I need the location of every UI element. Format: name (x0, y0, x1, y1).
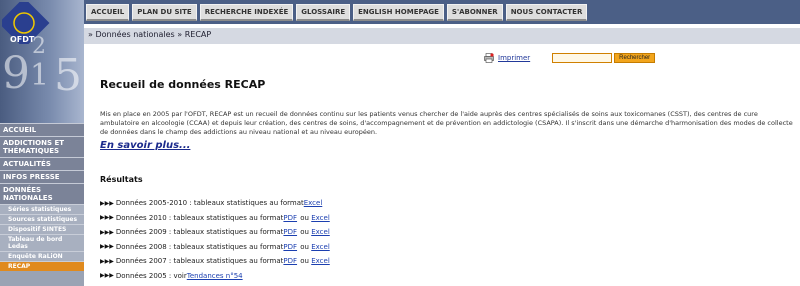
sidebar-sub-item[interactable]: Dispositif SINTES (0, 224, 84, 234)
bullet-arrows-icon: ▶▶▶ (100, 228, 114, 236)
results-heading: Résultats (100, 175, 143, 184)
excel-link[interactable]: Excel (304, 199, 323, 207)
read-more-link[interactable]: En savoir plus... (100, 140, 190, 151)
breadcrumb-bar: » Données nationales » RECAP (84, 28, 800, 44)
logo-digit: 1 (30, 58, 50, 93)
pdf-link[interactable]: PDF (283, 257, 297, 265)
result-text: Données 2010 : tableaux statistiques au … (115, 213, 284, 222)
pdf-link[interactable]: PDF (283, 214, 297, 222)
result-row: ▶▶▶ Données 2008 : tableaux statistiques … (100, 240, 600, 255)
nav-tab[interactable]: S'ABONNER (446, 4, 503, 21)
excel-link[interactable]: Excel (311, 228, 330, 236)
page-title: Recueil de données RECAP (100, 78, 266, 91)
nav-tab[interactable]: GLOSSAIRE (296, 4, 351, 21)
sidebar-sub-item[interactable]: RECAP (0, 261, 84, 271)
printer-icon[interactable] (484, 53, 494, 63)
sidebar-main-item[interactable]: INFOS PRESSE (0, 170, 84, 183)
logo-digit: 5 (54, 50, 82, 101)
pdf-link[interactable]: PDF (283, 243, 297, 251)
print-link[interactable]: Imprimer (498, 54, 530, 62)
bullet-arrows-icon: ▶▶▶ (100, 243, 114, 251)
breadcrumb-separator: » (177, 30, 183, 39)
nav-tab[interactable]: PLAN DU SITE (132, 4, 197, 21)
nav-tab[interactable]: NOUS CONTACTER (505, 4, 588, 21)
result-row: ▶▶▶ Données 2009 : tableaux statistiques … (100, 225, 600, 240)
result-text: Données 2005 : voir (115, 271, 187, 280)
results-list: ▶▶▶ Données 2005-2010 : tableaux statisti… (100, 196, 600, 283)
sidebar-main-item[interactable]: ACTUALITÉS (0, 157, 84, 170)
bullet-arrows-icon: ▶▶▶ (100, 214, 114, 222)
search-button[interactable]: Rechercher (614, 53, 656, 63)
bullet-arrows-icon: ▶▶▶ (100, 272, 114, 280)
breadcrumb: » Données nationales » RECAP (88, 30, 211, 39)
page-tools: Imprimer Rechercher (484, 52, 656, 64)
sidebar-sub-item[interactable]: Sources statistiques (0, 214, 84, 224)
result-row: ▶▶▶ Données 2005 : voir Tendances n°54 (100, 269, 600, 284)
ofdt-emblem-icon: OFDT (2, 2, 50, 44)
site-logo[interactable]: OFDT 9 2 1 5 (0, 0, 84, 123)
sidebar-sub-item[interactable]: Enquête RaLiON (0, 251, 84, 261)
result-separator: ou (298, 242, 312, 251)
intro-paragraph: Mis en place en 2005 par l'OFDT, RECAP e… (100, 110, 793, 136)
excel-link[interactable]: Excel (311, 214, 330, 222)
bullet-arrows-icon: ▶▶▶ (100, 199, 114, 207)
pdf-link[interactable]: PDF (283, 228, 297, 236)
sidebar-menu: ACCUEIL ADDICTIONS ET THÉMATIQUES ACTUALIT… (0, 123, 84, 286)
sidebar-main-item[interactable]: DONNÉES NATIONALES (0, 183, 84, 204)
result-row: ▶▶▶ Données 2007 : tableaux statistiques … (100, 254, 600, 269)
result-separator: ou (298, 228, 312, 237)
sidebar-main-item[interactable]: ACCUEIL (0, 123, 84, 136)
result-row: ▶▶▶ Données 2005-2010 : tableaux statisti… (100, 196, 600, 211)
search-input[interactable] (552, 53, 613, 63)
result-row: ▶▶▶ Données 2010 : tableaux statistiques … (100, 211, 600, 226)
breadcrumb-current: RECAP (184, 30, 212, 39)
result-text: Données 2009 : tableaux statistiques au … (115, 228, 284, 237)
result-text: Données 2005-2010 : tableaux statistique… (115, 199, 304, 208)
breadcrumb-parent-link[interactable]: Données nationales (95, 30, 174, 39)
result-separator: ou (298, 257, 312, 266)
logo-digit: 9 (2, 48, 30, 99)
nav-tabs: ACCUEIL PLAN DU SITE RECHERCHE INDEXÉE GLOS… (86, 4, 588, 21)
excel-link[interactable]: Excel (311, 243, 330, 251)
nav-tab[interactable]: ACCUEIL (86, 4, 130, 21)
excel-link[interactable]: Tendances n°54 (187, 272, 243, 280)
result-text: Données 2007 : tableaux statistiques au … (115, 257, 284, 266)
excel-link[interactable]: Excel (311, 257, 330, 265)
result-separator: ou (298, 213, 312, 222)
result-text: Données 2008 : tableaux statistiques au … (115, 242, 284, 251)
sidebar-sub-item[interactable]: Tableau de bord Ledas (0, 234, 84, 251)
logo-digits: 9 2 1 5 (0, 34, 84, 123)
nav-tab[interactable]: ENGLISH HOMEPAGE (353, 4, 444, 21)
main-content: Recueil de données RECAP Mis en place en… (100, 78, 796, 280)
sidebar-sub-item[interactable]: Séries statistiques (0, 204, 84, 214)
logo-digit: 2 (32, 34, 46, 59)
sidebar-main-item[interactable]: ADDICTIONS ET THÉMATIQUES (0, 136, 84, 157)
breadcrumb-arrow: » (88, 30, 93, 39)
nav-tab[interactable]: RECHERCHE INDEXÉE (199, 4, 294, 21)
bullet-arrows-icon: ▶▶▶ (100, 257, 114, 265)
top-navigation: ACCUEIL PLAN DU SITE RECHERCHE INDEXÉE GLOS… (84, 0, 800, 24)
